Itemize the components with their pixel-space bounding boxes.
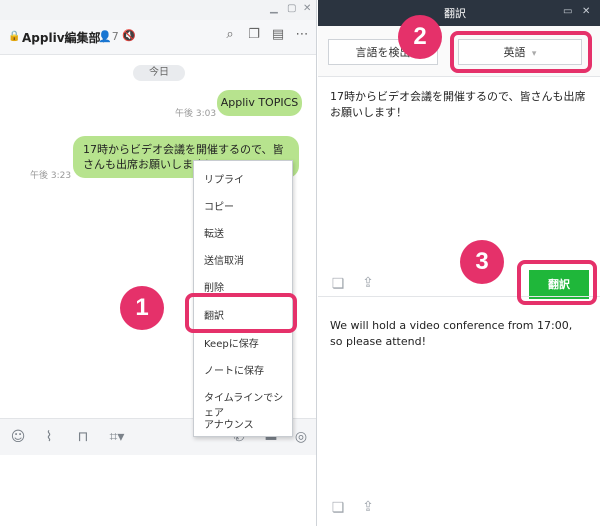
maximize-icon[interactable]: ▢: [287, 3, 296, 14]
step-badge-1: 1: [120, 286, 164, 330]
source-text[interactable]: 17時からビデオ会議を開催するので、皆さんも出席お願いします！: [330, 89, 588, 121]
person-icon: 👤: [98, 30, 112, 43]
speaker-muted-icon[interactable]: 🔇: [122, 29, 136, 42]
minimize-icon[interactable]: ▁: [270, 3, 278, 14]
menu-item-keep[interactable]: Keepに保存: [204, 335, 259, 350]
message-time: 午後 3:03: [175, 109, 217, 119]
more-icon[interactable]: ⋯: [294, 27, 310, 43]
close-icon[interactable]: ✕: [303, 3, 311, 14]
step-badge-3: 3: [460, 240, 504, 284]
copy-icon[interactable]: ❏: [330, 500, 346, 516]
member-count-value: 7: [111, 30, 119, 43]
close-icon[interactable]: ✕: [582, 6, 590, 17]
message-input[interactable]: [0, 455, 316, 526]
highlight-box-translate-button: [517, 260, 597, 305]
menu-item-note[interactable]: ノートに保存: [204, 362, 264, 377]
message-bubble[interactable]: Appliv TOPICS: [217, 90, 302, 116]
translated-text: We will hold a video conference from 17:…: [330, 319, 573, 348]
menu-item-timeline-share[interactable]: タイムラインでシェア: [204, 389, 292, 419]
share-icon[interactable]: ⇪: [360, 275, 376, 291]
menu-item-forward[interactable]: 転送: [204, 225, 224, 240]
member-count[interactable]: 👤7: [98, 30, 119, 43]
translate-title: 翻訳: [444, 7, 466, 20]
menu-item-reply[interactable]: リプライ: [204, 171, 244, 186]
menu-item-unsend[interactable]: 送信取消: [204, 252, 244, 267]
highlight-box-target-language: [450, 31, 592, 73]
search-icon[interactable]: ⌕: [222, 27, 238, 43]
camera-icon[interactable]: ◎: [292, 428, 310, 446]
lock-icon: 🔒: [8, 31, 21, 42]
chat-window-titlebar: [0, 0, 316, 20]
attach-icon[interactable]: ⌇: [40, 428, 58, 446]
emoji-icon[interactable]: ☺: [9, 428, 27, 446]
copy-icon[interactable]: ❏: [330, 276, 346, 292]
date-separator: 今日: [133, 65, 185, 81]
menu-item-delete[interactable]: 削除: [204, 279, 224, 294]
bookmark-icon[interactable]: ⊓: [74, 428, 92, 446]
maximize-icon[interactable]: ▭: [563, 6, 572, 17]
message-time: 午後 3:23: [30, 171, 72, 181]
menu-item-announce[interactable]: アナウンス: [204, 416, 254, 431]
note-icon[interactable]: ❐: [246, 27, 262, 43]
menu-item-copy[interactable]: コピー: [204, 198, 234, 213]
step-badge-2: 2: [398, 15, 442, 59]
share-icon[interactable]: ⇪: [360, 499, 376, 515]
crop-icon[interactable]: ⌗▾: [104, 428, 130, 446]
highlight-box-translate-menu: [185, 293, 297, 333]
memo-icon[interactable]: ▤: [270, 27, 286, 43]
